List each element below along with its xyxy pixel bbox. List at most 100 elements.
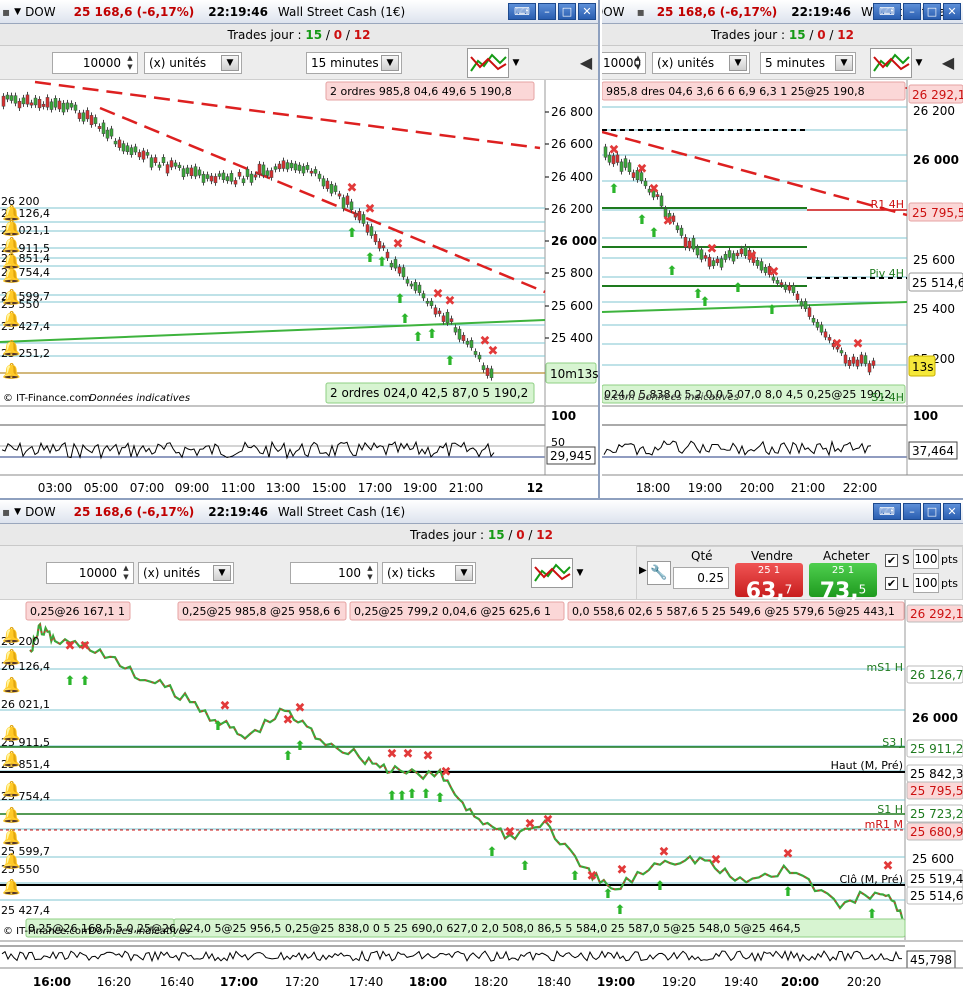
dropdown-icon[interactable]: ▼	[14, 507, 21, 517]
wrench-icon[interactable]: 🔧	[647, 561, 671, 585]
price-15m-candle	[141, 150, 146, 160]
price-15m-candle	[309, 170, 314, 174]
keyboard-icon[interactable]: ⌨	[873, 503, 901, 520]
price-15m-candle	[209, 175, 214, 182]
chevron-down-icon[interactable]: ▼	[510, 48, 522, 78]
ticks-unit-select[interactable]: (x) ticks ▼	[382, 562, 476, 584]
price-15m-candle	[129, 147, 134, 155]
time-tick-label: 22:00	[843, 481, 878, 495]
collapse-arrow-icon[interactable]: ▶	[639, 565, 647, 576]
price-chart-15m[interactable]: ✖✖✖✖ ✖✖✖⬆⬆ ⬆⬆⬆⬆ ⬆⬆2 ordres 985,8 04,6 49,6 …	[0, 80, 598, 498]
quantity-input[interactable]: 10000 ▲ ▼	[602, 52, 646, 74]
order-qty-input[interactable]: 0.25	[673, 567, 729, 589]
minimize-button[interactable]: –	[538, 3, 556, 20]
window-icon[interactable]: ▪	[637, 5, 645, 19]
close-button[interactable]: ✕	[943, 503, 961, 520]
spin-icon[interactable]: ▲ ▼	[124, 54, 136, 72]
chart-type-button[interactable]	[870, 48, 912, 78]
time-tick-label: 17:00	[220, 975, 258, 989]
collapse-arrow-icon[interactable]: ◀	[578, 48, 594, 78]
chevron-down-icon: ▼	[835, 55, 853, 71]
close-button[interactable]: ✕	[578, 3, 596, 20]
collapse-arrow-icon[interactable]: ◀	[940, 48, 956, 78]
keyboard-icon[interactable]: ⌨	[508, 3, 536, 20]
sell-button[interactable]: 25 1 63,7	[735, 563, 803, 604]
alert-bell-icon: 🔔	[2, 648, 21, 666]
quantity-input[interactable]: 10000 ▲ ▼	[46, 562, 134, 584]
chevron-down-icon[interactable]: ▼	[574, 558, 586, 588]
window-icon[interactable]: ▪	[2, 505, 10, 519]
price-15m-candle	[29, 102, 34, 106]
price-chart-5m[interactable]: ✖✖✖✖✖ ✖✖✖ ✖⬆⬆⬆⬆⬆⬆⬆⬆985,8 dres 04,6 3,6 6 6…	[602, 80, 963, 498]
price-15m-candle	[485, 367, 490, 376]
source-label: © IT-Finance.com	[3, 393, 91, 404]
window-titlebar[interactable]: ▪ ▼ DOW 25 168,6 (-6,17%) 22:19:46 Wall …	[0, 0, 598, 24]
sell-marker-icon: ✖	[707, 242, 718, 257]
level-badge-label: 25 514,6	[910, 889, 963, 903]
unit-select[interactable]: (x) unités ▼	[138, 562, 234, 584]
chart-type-button[interactable]	[467, 48, 509, 78]
stop-checkbox[interactable]: ✔	[885, 554, 898, 567]
buy-button[interactable]: 25 1 73,5	[809, 563, 877, 604]
time-tick-label: 18:40	[537, 975, 572, 989]
price-15m-candle	[349, 201, 354, 211]
time-tick-label: 16:00	[33, 975, 71, 989]
price-chart-ticks[interactable]: ✖ ✖✖✖✖✖ ✖ ✖✖✖✖ ✖✖ ✖✖✖ ✖✖⬆ ⬆⬆⬆⬆⬆ ⬆ ⬆ ⬆ ⬆⬆⬆⬆⬆⬆⬆ ⬆⬆0,25…	[0, 600, 963, 991]
price-5m-candle	[863, 355, 868, 364]
maximize-button[interactable]: □	[923, 3, 941, 20]
maximize-button[interactable]: □	[923, 503, 941, 520]
spin-icon[interactable]: ▲ ▼	[120, 564, 132, 582]
price-5m-candle	[723, 254, 728, 260]
sell-marker-icon: ✖	[853, 337, 864, 352]
time-tick-label: 16:20	[97, 975, 132, 989]
trades-day-bar: Trades jour : 15 / 0 / 12	[0, 524, 963, 546]
interval-select[interactable]: 5 minutes ▼	[760, 52, 856, 74]
chart-type-button[interactable]	[531, 558, 573, 588]
minimize-button[interactable]: –	[903, 503, 921, 520]
price-15m-candle	[181, 168, 186, 178]
window-titlebar[interactable]: ▪ ▼ DOW 25 168,6 (-6,17%) 22:19:46 Wall …	[0, 500, 963, 524]
maximize-button[interactable]: □	[558, 3, 576, 20]
limit-checkbox[interactable]: ✔	[885, 577, 898, 590]
window-titlebar[interactable]: DOW ▪ 25 168,6 (-6,17%) 22:19:46 Wall St…	[602, 0, 963, 24]
close-button[interactable]: ✕	[943, 3, 961, 20]
price-15m-candle	[241, 178, 246, 184]
interval-select[interactable]: 15 minutes ▼	[306, 52, 402, 74]
price-15m-candle	[97, 126, 102, 129]
price-15m-candle	[489, 368, 494, 378]
keyboard-icon[interactable]: ⌨	[873, 3, 901, 20]
window-icon[interactable]: ▪	[2, 5, 10, 19]
unit-select[interactable]: (x) unités ▼	[144, 52, 242, 74]
limit-pts-input[interactable]: 100	[913, 573, 939, 593]
level-badge-label: 26 292,1	[910, 607, 963, 621]
buy-marker-icon: ⬆	[615, 903, 626, 918]
time-tick-label: 20:00	[740, 481, 775, 495]
stop-pts-input[interactable]: 100	[913, 549, 939, 569]
minimize-button[interactable]: –	[903, 3, 921, 20]
price-5m-candle	[679, 227, 684, 236]
dropdown-icon[interactable]: ▼	[14, 7, 21, 17]
price-15m-candle	[353, 213, 358, 218]
pivot-label: R1 4H	[871, 198, 904, 211]
price-15m-candle	[289, 162, 294, 169]
price-15m-candle	[425, 300, 430, 304]
countdown-label: 10m13s	[550, 367, 598, 381]
price-15m-candle	[293, 163, 298, 171]
clock-time: 22:19:46	[208, 504, 268, 519]
sell-marker-icon: ✖	[433, 287, 444, 302]
quantity-input[interactable]: 10000 ▲ ▼	[52, 52, 138, 74]
price-15m-candle	[437, 310, 442, 314]
sell-marker-icon: ✖	[80, 639, 91, 654]
spin-icon[interactable]: ▲ ▼	[364, 564, 376, 582]
unit-select[interactable]: (x) unités ▼	[652, 52, 750, 74]
chevron-down-icon[interactable]: ▼	[913, 48, 925, 78]
spin-icon[interactable]: ▲ ▼	[632, 54, 644, 72]
time-tick-label: 19:00	[597, 975, 635, 989]
time-tick-label: 18:20	[474, 975, 509, 989]
buy-marker-icon: ⬆	[637, 213, 648, 228]
buy-label: Acheter	[823, 549, 870, 563]
price-15m-candle	[33, 97, 38, 106]
ticks-input[interactable]: 100 ▲ ▼	[290, 562, 378, 584]
price-15m-candle	[133, 146, 138, 153]
alert-bell-icon: 🔔	[2, 724, 21, 742]
